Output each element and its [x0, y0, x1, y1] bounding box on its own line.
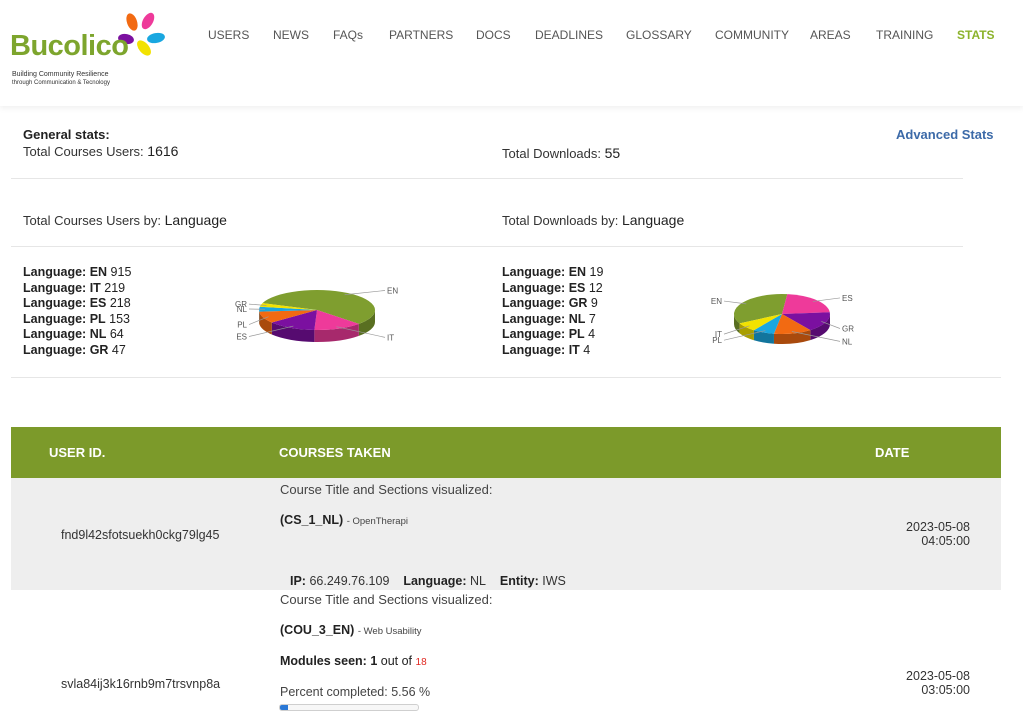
- total-users: Total Courses Users: 1616: [23, 143, 179, 159]
- pie-label-nl: NL: [842, 337, 853, 346]
- general-stats-title: General stats:: [23, 127, 110, 142]
- brand-tagline: Building Community Resilience through Co…: [12, 71, 110, 86]
- sections-title: Course Title and Sections visualized:: [280, 482, 493, 497]
- pie-label-en: EN: [711, 297, 722, 306]
- advanced-stats-link[interactable]: Advanced Stats: [896, 127, 994, 142]
- course-entry[interactable]: (CS_1_NL) - OpenTherapi: [280, 513, 408, 527]
- pie-label-it: IT: [387, 333, 394, 342]
- list-item: Language: PL 153: [23, 311, 131, 326]
- list-item: Language: EN 19: [502, 265, 604, 279]
- downloads-language-list: Language: EN 19 Language: ES 12 Language…: [502, 265, 603, 358]
- pie-label-es: ES: [842, 294, 853, 303]
- pie-label-pl: PL: [237, 321, 247, 330]
- course-entry[interactable]: (COU_3_EN) - Web Usability: [280, 623, 422, 637]
- row-meta: IP: 66.249.76.109 Language: NL Entity: I…: [290, 574, 566, 588]
- users-by-language-label: Total Courses Users by: Language: [23, 212, 227, 228]
- list-item: Language: IT 219: [23, 280, 126, 295]
- nav-item-training[interactable]: TRAINING: [876, 28, 933, 42]
- list-item: Language: IT 4: [502, 342, 591, 357]
- downloads-by-language-label: Total Downloads by: Language: [502, 212, 685, 228]
- nav-item-partners[interactable]: PARTNERS: [389, 28, 453, 42]
- nav-item-areas[interactable]: AREAS: [810, 28, 851, 42]
- progress-bar-fill: [280, 705, 288, 710]
- nav-item-deadlines[interactable]: DEADLINES: [535, 28, 603, 42]
- col-user-id[interactable]: USER ID.: [49, 445, 105, 460]
- total-downloads-value: 55: [604, 145, 621, 161]
- list-item: Language: ES 218: [23, 296, 131, 310]
- row-date: 2023-05-08 03:05:00: [906, 669, 970, 697]
- divider: [11, 246, 963, 247]
- downloads-language-pie-chart: EN ESGRNLPLIT: [711, 294, 854, 346]
- pie-label-it: IT: [715, 330, 722, 339]
- nav-item-docs[interactable]: DOCS: [476, 28, 511, 42]
- modules-seen: Modules seen: 1 out of 18: [280, 654, 427, 668]
- nav-item-stats[interactable]: STATS: [957, 28, 995, 42]
- table-row: [11, 590, 1001, 711]
- list-item: Language: GR 9: [502, 296, 598, 310]
- progress-bar: [279, 704, 419, 711]
- nav-item-glossary[interactable]: GLOSSARY: [626, 28, 692, 42]
- brand-logo[interactable]: Bucolico: [10, 30, 129, 63]
- list-item: Language: ES 12: [502, 280, 603, 295]
- nav-item-news[interactable]: NEWS: [273, 28, 309, 42]
- row-date: 2023-05-08 04:05:00: [906, 520, 970, 548]
- col-courses-taken[interactable]: COURSES TAKEN: [279, 445, 391, 460]
- list-item: Language: NL 64: [23, 327, 124, 341]
- site-header: Bucolico Building Community Resilience t…: [0, 0, 1023, 106]
- col-date[interactable]: DATE: [875, 445, 909, 460]
- nav-item-users[interactable]: USERS: [208, 28, 249, 42]
- divider: [11, 377, 1001, 378]
- users-language-list: Language: EN 915 Language: IT 219 Langua…: [23, 265, 131, 358]
- list-item: Language: PL 4: [502, 327, 596, 341]
- user-id: svla84ij3k16rnb9m7trsvnp8a: [61, 677, 221, 691]
- pie-label-gr: GR: [235, 300, 247, 309]
- sections-title: Course Title and Sections visualized:: [280, 592, 493, 607]
- user-id: fnd9l42sfotsuekh0ckg79lg45: [61, 528, 220, 542]
- list-item: Language: NL 7: [502, 311, 596, 326]
- percent-completed: Percent completed: 5.56 %: [280, 685, 431, 699]
- pie-label-gr: GR: [842, 324, 854, 333]
- list-item: Language: GR 47: [23, 342, 126, 357]
- total-users-value: 1616: [147, 143, 179, 159]
- divider: [11, 178, 963, 179]
- pie-leader-line: [812, 297, 841, 302]
- pie-slice-es: [782, 294, 830, 314]
- table-header: USER ID. COURSES TAKEN DATE: [11, 427, 1001, 478]
- pie-label-en: EN: [387, 286, 398, 295]
- list-item: Language: EN 915: [23, 265, 132, 279]
- nav-item-community[interactable]: COMMUNITY: [715, 28, 789, 42]
- total-downloads: Total Downloads: 55: [502, 145, 621, 161]
- pie-leader-line: [344, 290, 386, 296]
- nav-item-faqs[interactable]: FAQs: [333, 28, 363, 42]
- pie-label-es: ES: [236, 333, 247, 342]
- users-language-pie-chart: ENITESPLNLGR: [235, 286, 398, 342]
